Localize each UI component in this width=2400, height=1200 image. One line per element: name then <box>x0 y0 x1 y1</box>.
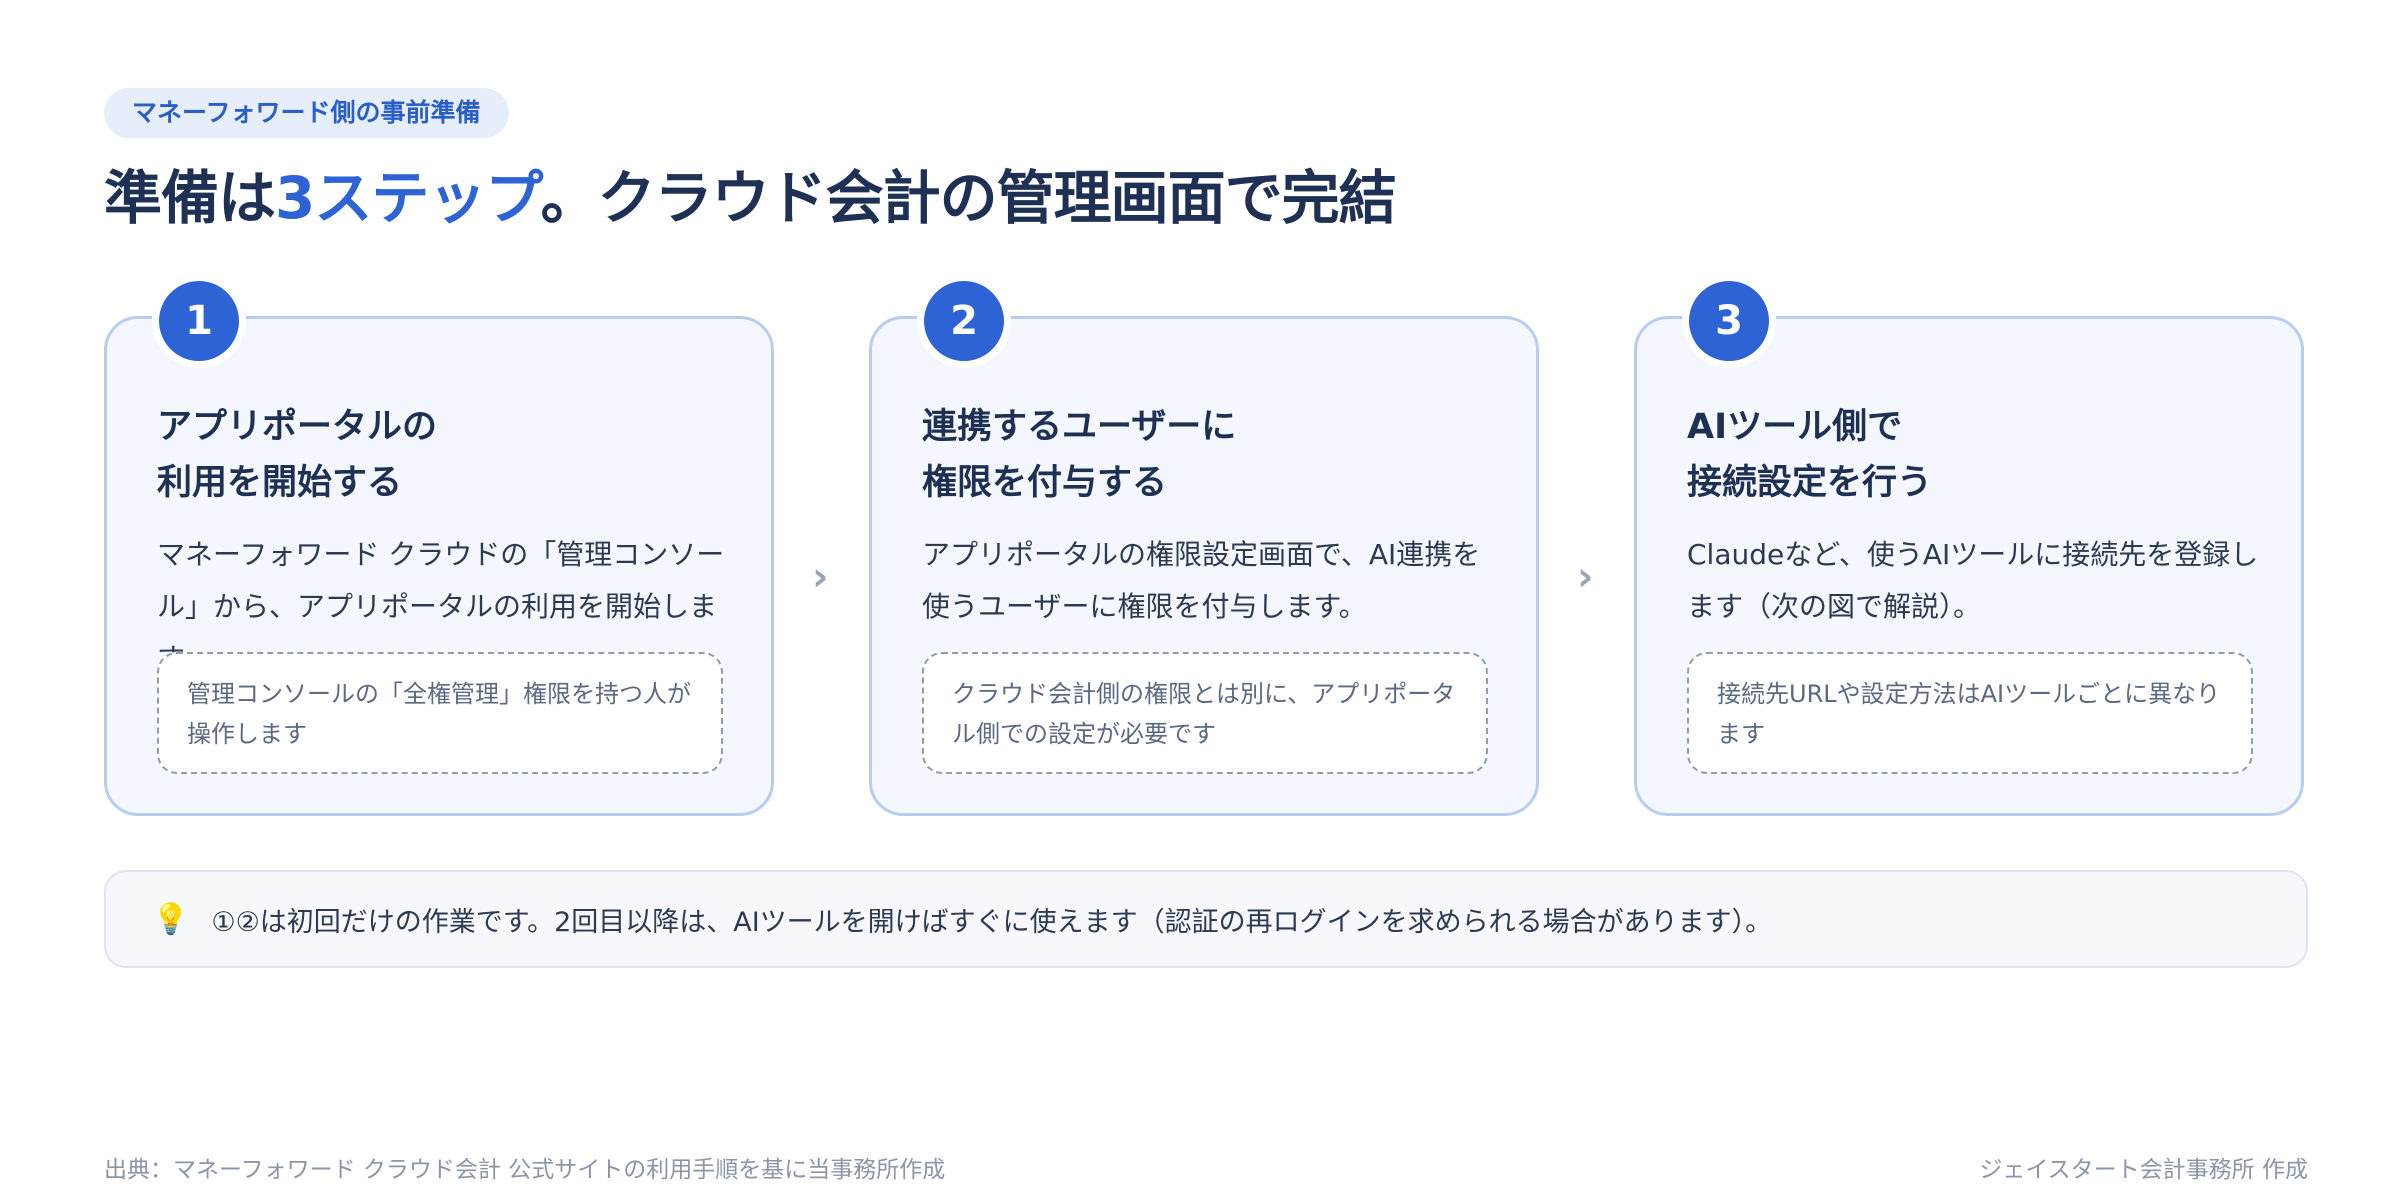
step-title-line: 連携するユーザーに <box>922 407 1237 447</box>
step-title: アプリポータルの 利用を開始する <box>157 399 737 511</box>
chevron-right-icon: › <box>812 554 829 600</box>
step-note: クラウド会計側の権限とは別に、アプリポータル側での設定が必要です <box>922 652 1488 774</box>
source-footnote: 出典：マネーフォワード クラウド会計 公式サイトの利用手順を基に当事務所作成 <box>104 1157 946 1183</box>
step-note: 管理コンソールの「全権管理」権限を持つ人が操作します <box>157 652 723 774</box>
section-tag: マネーフォワード側の事前準備 <box>104 88 509 138</box>
step-number-badge: 3 <box>1689 281 1769 361</box>
step-title-line: 利用を開始する <box>157 463 403 503</box>
step-title: 連携するユーザーに 権限を付与する <box>922 399 1502 511</box>
slide: マネーフォワード側の事前準備 準備は3ステップ。クラウド会計の管理画面で完結 1… <box>0 0 2400 1200</box>
step-card-2: 2 連携するユーザーに 権限を付与する アプリポータルの権限設定画面で、AI連携… <box>869 281 1539 816</box>
step-title-line: AIツール側で <box>1687 407 1903 447</box>
tip-text: ①②は初回だけの作業です。2回目以降は、AIツールを開けばすぐに使えます（認証の… <box>211 906 1773 938</box>
title-prefix: 準備は <box>104 164 276 232</box>
step-description: アプリポータルの権限設定画面で、AI連携を使うユーザーに権限を付与します。 <box>922 538 1481 623</box>
chevron-right-icon: › <box>1577 554 1594 600</box>
title-suffix: 。クラウド会計の管理画面で完結 <box>540 164 1397 232</box>
step-description: Claudeなど、使うAIツールに接続先を登録します（次の図で解説）。 <box>1687 538 2259 623</box>
tip-box: 💡 ①②は初回だけの作業です。2回目以降は、AIツールを開けばすぐに使えます（認… <box>104 870 2308 968</box>
title-accent: 3ステップ <box>275 164 542 232</box>
step-number-badge: 2 <box>924 281 1004 361</box>
step-title: AIツール側で 接続設定を行う <box>1687 399 2267 511</box>
credit-footnote: ジェイスタート会計事務所 作成 <box>1979 1157 2308 1183</box>
lightbulb-icon: 💡 <box>152 901 190 937</box>
step-title-line: アプリポータルの <box>157 407 438 447</box>
step-card-1: 1 アプリポータルの 利用を開始する マネーフォワード クラウドの「管理コンソー… <box>104 281 774 816</box>
step-title-line: 接続設定を行う <box>1687 463 1933 503</box>
page-title: 準備は3ステップ。クラウド会計の管理画面で完結 <box>104 160 1397 236</box>
step-card-3: 3 AIツール側で 接続設定を行う Claudeなど、使うAIツールに接続先を登… <box>1634 281 2304 816</box>
step-note: 接続先URLや設定方法はAIツールごとに異なります <box>1687 652 2253 774</box>
step-title-line: 権限を付与する <box>922 463 1168 503</box>
step-number-badge: 1 <box>159 281 239 361</box>
